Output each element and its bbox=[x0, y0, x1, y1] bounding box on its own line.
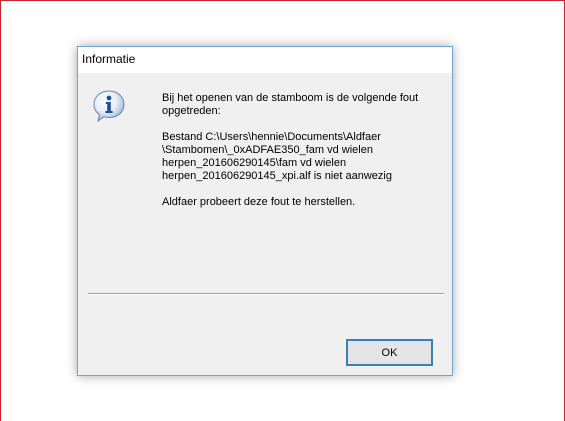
information-icon bbox=[92, 89, 126, 123]
dialog-message: Bij het openen van de stamboom is de vol… bbox=[162, 92, 432, 209]
message-line: opgetreden: bbox=[162, 105, 221, 117]
ok-button[interactable]: OK bbox=[346, 339, 433, 366]
message-line: herpen_201606290145\fam vd wielen bbox=[162, 157, 347, 169]
dialog-titlebar[interactable]: Informatie bbox=[78, 47, 452, 73]
information-dialog: Informatie Bij het openen van de stamboo… bbox=[77, 46, 453, 376]
message-line: Aldfaer probeert deze fout te herstellen… bbox=[162, 196, 356, 208]
message-line: herpen_201606290145_xpi.alf is niet aanw… bbox=[162, 170, 392, 182]
message-line: \Stambomen\_0xADFAE350_fam vd wielen bbox=[162, 144, 373, 156]
dialog-title: Informatie bbox=[82, 52, 136, 66]
ok-button-label: OK bbox=[349, 342, 430, 363]
message-line: Bij het openen van de stamboom is de vol… bbox=[162, 92, 419, 104]
dialog-separator bbox=[88, 293, 444, 295]
message-line: Bestand C:\Users\hennie\Documents\Aldfae… bbox=[162, 131, 381, 143]
